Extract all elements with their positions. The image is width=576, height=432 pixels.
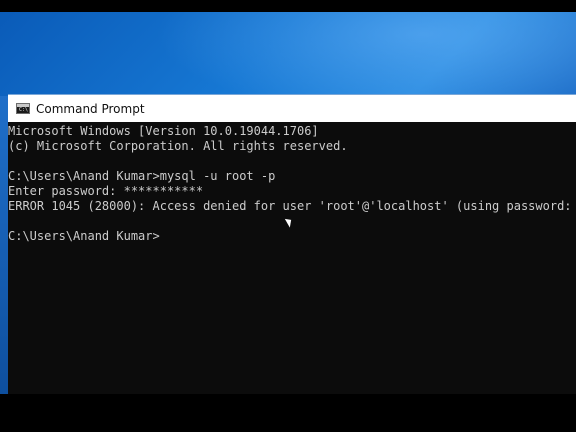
video-frame-bottom xyxy=(0,394,576,432)
cmd-icon[interactable]: C:\ xyxy=(16,103,30,114)
desktop-glow xyxy=(110,12,576,96)
terminal-line: Microsoft Windows [Version 10.0.19044.17… xyxy=(8,124,319,138)
window-title: Command Prompt xyxy=(36,102,145,116)
terminal-line: C:\Users\Anand Kumar>mysql -u root -p xyxy=(8,169,276,183)
terminal-line: ERROR 1045 (28000): Access denied for us… xyxy=(8,199,576,213)
command-prompt-window[interactable]: C:\ Command Prompt Microsoft Windows [Ve… xyxy=(8,94,576,394)
desktop-left-edge xyxy=(0,96,8,396)
terminal-line: (c) Microsoft Corporation. All rights re… xyxy=(8,139,348,153)
terminal-line: Enter password: *********** xyxy=(8,184,204,198)
terminal-prompt-line[interactable]: C:\Users\Anand Kumar> xyxy=(8,229,160,244)
cmd-prompt-glyph-icon: C:\ xyxy=(19,107,29,113)
video-frame-top xyxy=(0,0,576,12)
terminal-output[interactable]: Microsoft Windows [Version 10.0.19044.17… xyxy=(8,124,576,394)
title-bar[interactable]: C:\ Command Prompt xyxy=(8,94,576,122)
desktop-background xyxy=(0,12,576,96)
